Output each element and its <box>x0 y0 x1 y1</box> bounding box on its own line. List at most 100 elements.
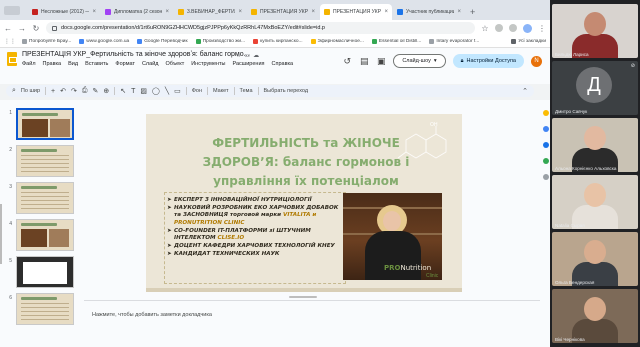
slideshow-button[interactable]: Слайд-шоу ▾ <box>393 54 446 68</box>
slide-title[interactable]: ФЕРТИЛЬНІСТЬ та ЖІНОЧЕ ЗДОРОВʼЯ: баланс … <box>186 134 426 191</box>
print-icon[interactable]: ⎙ <box>82 87 88 95</box>
site-info-icon[interactable] <box>52 25 57 31</box>
slide-thumbnail-row[interactable]: 5 <box>4 256 76 290</box>
undo-icon[interactable]: ↶ <box>60 87 66 95</box>
menu-item[interactable]: Вставить <box>85 61 108 67</box>
select-tool-icon[interactable]: ↖ <box>120 87 126 95</box>
browser-tab[interactable]: ПРЕЗЕНТАЦИЯ УКР_Фе...× <box>320 4 392 20</box>
slide-thumbnail-row[interactable]: 2 <box>4 145 76 179</box>
browser-menu-icon[interactable]: ⋮ <box>538 24 546 33</box>
slide-canvas[interactable]: OH ФЕРТИЛЬНІСТЬ та ЖІНОЧЕ ЗДОРОВʼЯ: бала… <box>146 114 462 292</box>
collapse-toolbar-icon[interactable]: ⌃ <box>522 87 528 95</box>
comments-icon[interactable]: ▤ <box>359 56 369 67</box>
search-menus-label[interactable]: По шир <box>21 88 40 94</box>
bookmark-item[interactable]: Intary evaporator f... <box>429 39 479 44</box>
tab-search-button[interactable] <box>4 6 20 15</box>
menu-item[interactable]: Слайд <box>142 61 159 67</box>
bookmark-item[interactable]: www.google.com.ua <box>79 39 129 44</box>
browser-tab[interactable]: Участник публикации × <box>393 4 465 20</box>
participant-tile[interactable]: Бильдю Лариса <box>552 4 638 58</box>
menu-item[interactable]: Справка <box>272 61 294 67</box>
history-icon[interactable]: ↺ <box>342 56 352 67</box>
move-folder-icon[interactable]: ▭ <box>244 53 253 59</box>
slide-thumbnail-row[interactable]: 3 <box>4 182 76 216</box>
document-title[interactable]: ПРЕЗЕНТАЦІЯ УКР_Фертильність та жіноче з… <box>22 51 249 58</box>
back-arrow-icon[interactable]: ← <box>4 24 12 33</box>
zoom-icon[interactable]: ⊕ <box>103 87 109 95</box>
speaker-notes[interactable]: Нажмите, чтобы добавить заметки докладчи… <box>84 300 540 328</box>
paint-format-icon[interactable]: ✎ <box>92 87 98 95</box>
comment-icon[interactable]: ▭ <box>174 87 181 95</box>
extension-icon-2[interactable] <box>509 24 517 32</box>
slide-thumbnail-row[interactable]: 1 <box>4 108 76 142</box>
background-button[interactable]: Фон <box>192 88 202 94</box>
close-icon[interactable]: × <box>311 9 315 15</box>
bookmark-item[interactable]: купить кирпанско... <box>253 39 303 44</box>
share-button[interactable]: 🔒︎ Настройки Доступа <box>452 54 524 68</box>
close-icon[interactable]: × <box>384 9 388 15</box>
participant-tile[interactable]: Вікі Чернікова <box>552 289 638 343</box>
shape-icon[interactable]: ◯ <box>152 87 160 95</box>
address-bar[interactable]: docs.google.com/presentation/d/1rt6uRON9… <box>46 22 475 34</box>
slide-thumbnail[interactable] <box>16 219 74 251</box>
image-icon[interactable]: ▨ <box>140 87 147 95</box>
theme-button[interactable]: Тема <box>240 88 253 94</box>
bookmark-item[interactable]: Эфирномасличное... <box>310 39 364 44</box>
notes-resize-handle[interactable] <box>289 296 317 298</box>
slide-thumbnail[interactable] <box>16 182 74 214</box>
bookmark-star-icon[interactable]: ☆ <box>481 24 489 33</box>
slide-thumbnail[interactable] <box>16 108 74 140</box>
profile-avatar[interactable] <box>523 23 532 33</box>
menu-item[interactable]: Файл <box>22 61 36 67</box>
meet-camera-icon[interactable]: ▣ <box>376 56 386 67</box>
participant-tile[interactable]: Альона Корнієнко Альховска <box>552 118 638 172</box>
slide-thumbnail[interactable] <box>16 145 74 177</box>
participant-tile[interactable]: Д ⊘ Дмитро Савчук <box>552 61 638 115</box>
bookmark-item[interactable]: Essential oil Distill... <box>371 39 421 44</box>
menu-item[interactable]: Формат <box>115 61 135 67</box>
close-icon[interactable]: × <box>238 9 242 15</box>
close-icon[interactable]: × <box>457 9 461 15</box>
menu-item[interactable]: Расширения <box>233 61 265 67</box>
google-slides-logo-icon[interactable] <box>7 52 17 66</box>
keep-icon[interactable] <box>543 110 549 116</box>
forward-arrow-icon[interactable]: → <box>18 24 26 33</box>
slide-thumbnail[interactable] <box>16 293 74 325</box>
menu-item[interactable]: Вид <box>68 61 78 67</box>
browser-tab[interactable]: ПРЕЗЕНТАЦИЯ УКР_Фе...× <box>247 4 319 20</box>
new-tab-button[interactable]: + <box>470 7 475 17</box>
menu-item[interactable]: Правка <box>43 61 62 67</box>
redo-icon[interactable]: ↷ <box>71 87 77 95</box>
menu-item[interactable]: Объект <box>165 61 184 67</box>
tasks-icon[interactable] <box>543 126 549 132</box>
bookmark-item[interactable]: Попробуйте Брау... <box>22 39 71 44</box>
slide-thumbnail-row[interactable]: 6 <box>4 293 76 327</box>
add-addon-icon[interactable] <box>543 174 549 180</box>
contacts-icon[interactable] <box>543 142 549 148</box>
line-icon[interactable]: ╲ <box>165 87 169 95</box>
participant-tile[interactable]: Natalia Сырая <box>552 175 638 229</box>
slide-thumbnail[interactable] <box>16 256 74 288</box>
all-bookmarks-folder[interactable]: Усі закладки <box>511 39 546 44</box>
slide-thumbnail-row[interactable]: 4 <box>4 219 76 253</box>
apps-grid-icon[interactable]: ⋮⋮ <box>4 38 16 45</box>
close-icon[interactable]: × <box>165 9 169 15</box>
chevron-down-icon[interactable]: ▾ <box>434 58 437 64</box>
bookmark-item[interactable]: Google Переводчик <box>137 39 188 44</box>
cloud-status-icon[interactable]: ☁ <box>253 53 262 59</box>
bookmark-item[interactable]: Производство жи... <box>195 39 245 44</box>
transition-button[interactable]: Выбрать переход <box>264 88 309 94</box>
layout-button[interactable]: Макет <box>213 88 229 94</box>
search-menus-icon[interactable]: ⌕ <box>12 87 16 95</box>
browser-tab[interactable]: 3.ВЕБИНАР_ФЕРТИЛЬ...× <box>174 4 246 20</box>
account-avatar[interactable]: N <box>531 55 542 67</box>
browser-tab[interactable]: Несложные (2012) — ...× <box>28 4 100 20</box>
slide-bullet-list[interactable]: ➤ ЕКСПЕРТ З ІННОВАЦІЙНОЇ НУТРИЦІОЛОГІЇ ➤ НА… <box>164 192 346 284</box>
extension-icon[interactable] <box>495 24 503 32</box>
close-icon[interactable]: × <box>92 9 96 15</box>
browser-tab[interactable]: Дипломатка (2 сезон) ...× <box>101 4 173 20</box>
filmstrip-scrollbar[interactable] <box>0 204 2 264</box>
menu-item[interactable]: Инструменты <box>191 61 225 67</box>
text-box-icon[interactable]: T <box>131 88 135 95</box>
maps-icon[interactable] <box>543 158 549 164</box>
